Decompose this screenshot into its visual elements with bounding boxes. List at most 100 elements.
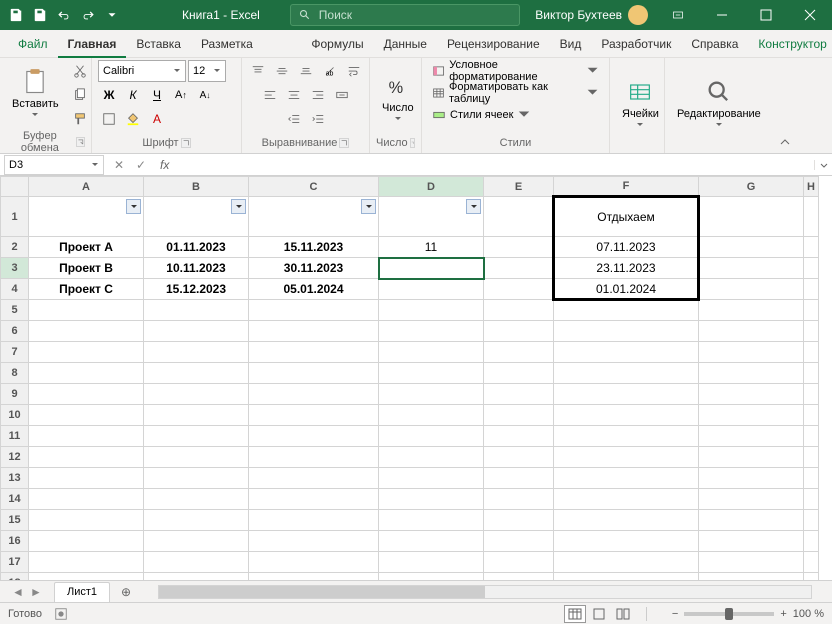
cell-B9[interactable]: [144, 384, 249, 405]
cell-F2[interactable]: 07.11.2023: [554, 237, 699, 258]
cell-F5[interactable]: [554, 300, 699, 321]
underline-button[interactable]: Ч: [146, 84, 168, 106]
cell-E16[interactable]: [484, 531, 554, 552]
cell-D5[interactable]: [379, 300, 484, 321]
cell-H8[interactable]: [804, 363, 819, 384]
cell-E4[interactable]: [484, 279, 554, 300]
expand-formula-bar-button[interactable]: [814, 160, 832, 170]
cell-A7[interactable]: [29, 342, 144, 363]
tab-review[interactable]: Рецензирование: [437, 30, 550, 58]
cell-F11[interactable]: [554, 426, 699, 447]
cell-H17[interactable]: [804, 552, 819, 573]
font-size-select[interactable]: 12: [188, 60, 226, 82]
cell-B7[interactable]: [144, 342, 249, 363]
cell-H2[interactable]: [804, 237, 819, 258]
close-button[interactable]: [788, 0, 832, 30]
cell-D16[interactable]: [379, 531, 484, 552]
cell-C5[interactable]: [249, 300, 379, 321]
cell-G16[interactable]: [699, 531, 804, 552]
cell-G13[interactable]: [699, 468, 804, 489]
cell-F17[interactable]: [554, 552, 699, 573]
cell-G2[interactable]: [699, 237, 804, 258]
cell-C8[interactable]: [249, 363, 379, 384]
cell-D1[interactable]: Рабочие дни: [379, 197, 484, 237]
cell-E9[interactable]: [484, 384, 554, 405]
col-header-B[interactable]: B: [144, 177, 249, 197]
zoom-slider[interactable]: [684, 612, 774, 616]
qat-customize-icon[interactable]: [102, 5, 122, 25]
cell-H11[interactable]: [804, 426, 819, 447]
cell-G11[interactable]: [699, 426, 804, 447]
fx-cancel-button[interactable]: ✕: [110, 156, 128, 174]
cell-H7[interactable]: [804, 342, 819, 363]
row-header-17[interactable]: 17: [1, 552, 29, 573]
tab-file[interactable]: Файл: [8, 30, 58, 58]
cell-B13[interactable]: [144, 468, 249, 489]
view-page-break-button[interactable]: [612, 605, 634, 623]
cell-B8[interactable]: [144, 363, 249, 384]
cell-A10[interactable]: [29, 405, 144, 426]
spreadsheet-grid[interactable]: ABCDEFGH1ПроектДата началаДата завершени…: [0, 176, 819, 580]
cell-G18[interactable]: [699, 573, 804, 581]
cell-C13[interactable]: [249, 468, 379, 489]
cell-F18[interactable]: [554, 573, 699, 581]
row-header-16[interactable]: 16: [1, 531, 29, 552]
tab-layout[interactable]: Разметка страницы: [191, 30, 301, 58]
cell-A12[interactable]: [29, 447, 144, 468]
select-all-corner[interactable]: [1, 177, 29, 197]
zoom-in-button[interactable]: +: [780, 608, 786, 620]
macro-record-icon[interactable]: [54, 607, 68, 621]
filter-button[interactable]: [466, 199, 481, 214]
cell-G15[interactable]: [699, 510, 804, 531]
align-left-button[interactable]: [259, 84, 281, 106]
cell-F3[interactable]: 23.11.2023: [554, 258, 699, 279]
cell-D14[interactable]: [379, 489, 484, 510]
cell-D12[interactable]: [379, 447, 484, 468]
format-painter-button[interactable]: [69, 108, 91, 130]
cell-B17[interactable]: [144, 552, 249, 573]
fx-icon[interactable]: fx: [156, 158, 176, 172]
cell-D11[interactable]: [379, 426, 484, 447]
font-name-select[interactable]: Calibri: [98, 60, 186, 82]
cell-H16[interactable]: [804, 531, 819, 552]
cell-E14[interactable]: [484, 489, 554, 510]
cell-B14[interactable]: [144, 489, 249, 510]
cell-F14[interactable]: [554, 489, 699, 510]
cell-F9[interactable]: [554, 384, 699, 405]
sheet-nav-prev[interactable]: ◄: [10, 584, 26, 600]
redo-icon[interactable]: [78, 5, 98, 25]
cell-F13[interactable]: [554, 468, 699, 489]
cell-B3[interactable]: 10.11.2023: [144, 258, 249, 279]
row-header-15[interactable]: 15: [1, 510, 29, 531]
cell-D4[interactable]: [379, 279, 484, 300]
cell-A13[interactable]: [29, 468, 144, 489]
cell-A18[interactable]: [29, 573, 144, 581]
align-top-button[interactable]: [247, 60, 269, 82]
row-header-13[interactable]: 13: [1, 468, 29, 489]
cell-E17[interactable]: [484, 552, 554, 573]
cell-B15[interactable]: [144, 510, 249, 531]
cell-C10[interactable]: [249, 405, 379, 426]
cell-B12[interactable]: [144, 447, 249, 468]
cell-F1[interactable]: Отдыхаем: [554, 197, 699, 237]
tab-constructor[interactable]: Конструктор та: [748, 30, 832, 58]
bold-button[interactable]: Ж: [98, 84, 120, 106]
cell-E13[interactable]: [484, 468, 554, 489]
sheet-tab[interactable]: Лист1: [54, 582, 110, 602]
cell-C4[interactable]: 05.01.2024: [249, 279, 379, 300]
cell-A17[interactable]: [29, 552, 144, 573]
increase-font-button[interactable]: A↑: [170, 84, 192, 106]
cell-H14[interactable]: [804, 489, 819, 510]
cell-B11[interactable]: [144, 426, 249, 447]
cell-H13[interactable]: [804, 468, 819, 489]
undo-icon[interactable]: [54, 5, 74, 25]
cell-H12[interactable]: [804, 447, 819, 468]
view-page-layout-button[interactable]: [588, 605, 610, 623]
row-header-18[interactable]: 18: [1, 573, 29, 581]
row-header-14[interactable]: 14: [1, 489, 29, 510]
cell-B10[interactable]: [144, 405, 249, 426]
col-header-H[interactable]: H: [804, 177, 819, 197]
decrease-font-button[interactable]: A↓: [194, 84, 216, 106]
cell-A5[interactable]: [29, 300, 144, 321]
conditional-format-button[interactable]: Условное форматирование: [428, 60, 603, 82]
